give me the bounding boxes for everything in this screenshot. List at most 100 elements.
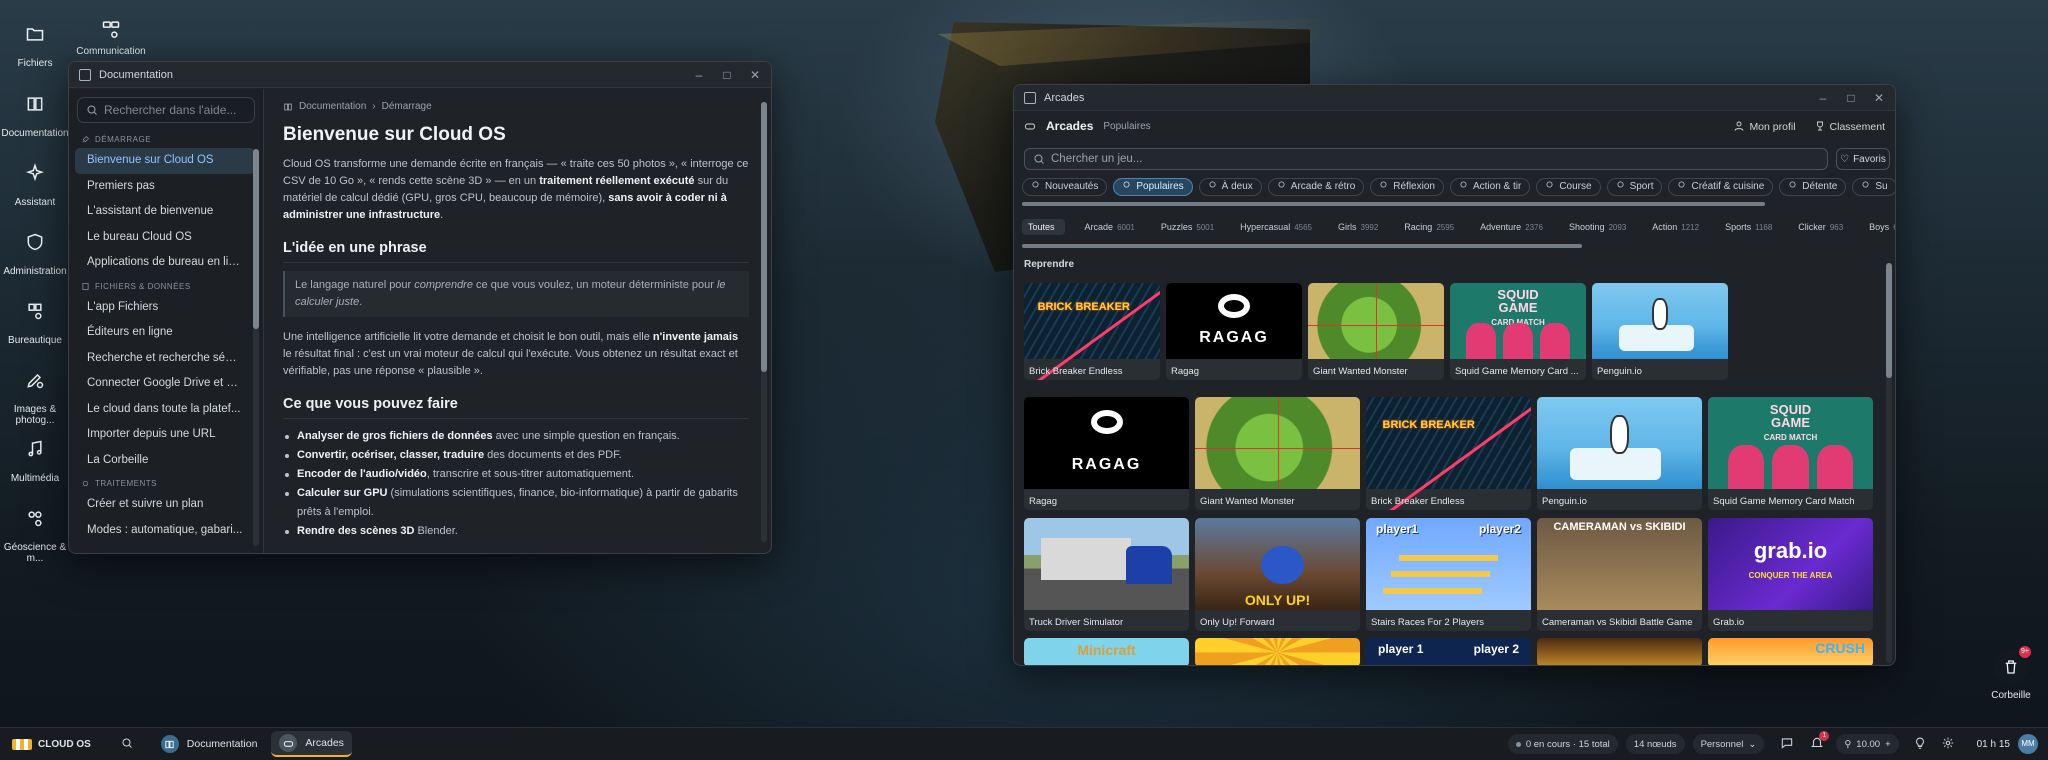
game-card[interactable]: CRUSH <box>1708 638 1873 665</box>
nav-item[interactable]: Le cloud dans toute la platef... <box>75 397 255 423</box>
nav-item[interactable]: Applications de bureau en lig... <box>75 250 255 276</box>
genre-filter[interactable]: Toutes <box>1022 219 1065 235</box>
minimize-icon[interactable]: – <box>693 68 705 82</box>
category-chip[interactable]: Su <box>1852 178 1895 196</box>
search-icon[interactable] <box>121 737 135 751</box>
game-card[interactable]: RAGAG Ragag <box>1024 397 1189 510</box>
category-chip[interactable]: À deux <box>1198 178 1262 196</box>
arcades-titlebar[interactable]: Arcades – □ ✕ <box>1014 85 1895 111</box>
settings-icon[interactable] <box>1941 736 1955 753</box>
nav-item[interactable]: L'assistant de bienvenue <box>75 199 255 225</box>
game-card[interactable] <box>1537 638 1702 665</box>
game-card[interactable]: CAMERAMAN vs SKIBIDI Cameraman vs Skibid… <box>1537 518 1702 631</box>
game-card[interactable]: player1 player2 Stairs Races For 2 Player… <box>1366 518 1531 631</box>
chips-scrollbar[interactable] <box>1022 202 1765 206</box>
genre-filter[interactable]: Shooting 2093 <box>1563 219 1632 235</box>
category-chip[interactable]: Sport <box>1606 178 1663 196</box>
game-card[interactable]: RAGAG Ragag <box>1166 283 1302 380</box>
nav-item[interactable]: L'app Fichiers <box>75 295 255 321</box>
desktop-icon-fichiers[interactable]: Fichiers <box>0 16 70 69</box>
genre-filter[interactable]: Girls 3992 <box>1332 219 1384 235</box>
game-card[interactable]: Penguin.io <box>1537 397 1702 510</box>
game-card[interactable]: Truck Driver Simulator <box>1024 518 1189 631</box>
close-icon[interactable]: ✕ <box>749 68 761 82</box>
close-icon[interactable]: ✕ <box>1873 91 1885 105</box>
desktop-icon-multimedia[interactable]: Multimédia <box>0 431 70 484</box>
workspace-select[interactable]: Personnel ⌄ <box>1692 734 1765 754</box>
category-chip[interactable]: Populaires <box>1113 178 1193 196</box>
nav-item[interactable]: Modes : automatique, gabari... <box>75 518 255 544</box>
nav-item[interactable]: Connecter Google Drive et O... <box>75 371 255 397</box>
taskbar-app-arcades[interactable]: Arcades <box>271 731 352 757</box>
game-card[interactable]: ONLY UP! Only Up! Forward <box>1195 518 1360 631</box>
taskbar-app-documentation[interactable]: Documentation <box>153 731 266 757</box>
genre-filter[interactable]: Hypercasual 4565 <box>1234 219 1318 235</box>
genre-filter[interactable]: Racing 2595 <box>1398 219 1460 235</box>
nav-item[interactable]: La Corbeille <box>75 448 255 474</box>
category-chip[interactable]: Arcade & rétro <box>1267 178 1365 196</box>
genres-scrollbar[interactable] <box>1022 244 1582 248</box>
profile-button[interactable]: Mon profil <box>1733 120 1796 133</box>
nav-item[interactable]: Premiers pas <box>75 174 255 200</box>
content-scrollbar[interactable] <box>761 102 767 542</box>
breadcrumb-current[interactable]: Démarrage <box>382 101 432 112</box>
nav-item[interactable]: Le bureau Cloud OS <box>75 225 255 251</box>
desktop-icon-geoscience[interactable]: Géoscience & m... <box>0 500 70 564</box>
game-card[interactable]: Minicraft <box>1024 638 1189 665</box>
desktop-icon-documentation[interactable]: Documentation <box>0 86 70 139</box>
genre-filter[interactable]: Action 1212 <box>1646 219 1705 235</box>
clock[interactable]: 01 h 15 <box>1977 739 2010 750</box>
breadcrumb-link[interactable]: Documentation <box>299 101 366 112</box>
game-search-input[interactable]: Chercher un jeu... <box>1024 148 1828 170</box>
ranking-button[interactable]: Classement <box>1814 120 1885 133</box>
desktop-icon-administration[interactable]: Administration <box>0 224 70 277</box>
game-card[interactable]: BRICK BREAKER Brick Breaker Endless <box>1366 397 1531 510</box>
desktop-icon-images[interactable]: Images & photog... <box>0 362 70 426</box>
game-card[interactable]: Penguin.io <box>1592 283 1728 380</box>
category-chip[interactable]: Réflexion <box>1370 178 1444 196</box>
genre-filter[interactable]: Sports 1168 <box>1719 219 1778 235</box>
game-card[interactable] <box>1195 638 1360 665</box>
sidebar-scrollbar[interactable] <box>253 149 259 546</box>
jobs-status[interactable]: 0 en cours · 15 total <box>1507 734 1618 754</box>
nav-item[interactable]: Bienvenue sur Cloud OS <box>75 148 255 174</box>
nav-item[interactable]: Éditeurs en ligne <box>75 320 255 346</box>
desktop-icon-communication[interactable]: Communication <box>76 10 146 57</box>
minimize-icon[interactable]: – <box>1817 91 1829 105</box>
brand[interactable]: CLOUD OS <box>12 738 91 750</box>
genre-filter[interactable]: Puzzles 5001 <box>1155 219 1220 235</box>
doc-search-input[interactable]: Rechercher dans l'aide... <box>77 97 255 123</box>
category-chip[interactable]: Créatif & cuisine <box>1668 178 1774 196</box>
credits-balance[interactable]: ⚲ 10.00 + <box>1836 734 1899 754</box>
chat-icon[interactable] <box>1780 736 1794 753</box>
game-card[interactable]: SQUID GAME CARD MATCH Squid Game Memory Ca… <box>1450 283 1586 380</box>
genre-filter[interactable]: Adventure 2376 <box>1474 219 1549 235</box>
documentation-titlebar[interactable]: Documentation – □ ✕ <box>69 62 771 88</box>
game-card[interactable]: BRICK BREAKER Brick Breaker Endless <box>1024 283 1160 380</box>
nodes-status[interactable]: 14 nœuds <box>1625 734 1685 754</box>
game-card[interactable]: Giant Wanted Monster <box>1195 397 1360 510</box>
genre-filter[interactable]: Boys685 <box>1863 219 1895 235</box>
desktop-icon-bureautique[interactable]: Bureautique <box>0 293 70 346</box>
game-card[interactable]: Giant Wanted Monster <box>1308 283 1444 380</box>
genre-filter[interactable]: Clicker 963 <box>1792 219 1849 235</box>
lightbulb-icon[interactable] <box>1913 736 1927 753</box>
category-chip[interactable]: Nouveautés <box>1022 178 1108 196</box>
game-card[interactable]: grab.io CONQUER THE AREA Grab.io <box>1708 518 1873 631</box>
desktop-icon-assistant[interactable]: Assistant <box>0 155 70 208</box>
nav-item[interactable]: Importer depuis une URL <box>75 422 255 448</box>
bell-icon[interactable]: 1 <box>1810 730 1830 753</box>
desktop-icon-trash[interactable]: 9+ Corbeille <box>1983 646 2039 701</box>
nav-item[interactable]: Créer et suivre un plan <box>75 492 255 518</box>
category-chip[interactable]: Action & tir <box>1449 178 1531 196</box>
category-chip[interactable]: Détente <box>1779 178 1847 196</box>
avatar[interactable]: MM <box>2018 734 2038 754</box>
content-scrollbar[interactable] <box>1886 263 1892 663</box>
game-card[interactable]: SQUID GAME CARD MATCH Squid Game Memory Ca… <box>1708 397 1873 510</box>
maximize-icon[interactable]: □ <box>721 68 733 82</box>
maximize-icon[interactable]: □ <box>1845 91 1857 105</box>
nav-item[interactable]: Recherche et recherche sém... <box>75 346 255 372</box>
game-card[interactable]: player 1 player 2 <box>1366 638 1531 665</box>
favorites-button[interactable]: ♡ Favoris <box>1836 148 1890 170</box>
genre-filter[interactable]: Arcade 6001 <box>1079 219 1141 235</box>
